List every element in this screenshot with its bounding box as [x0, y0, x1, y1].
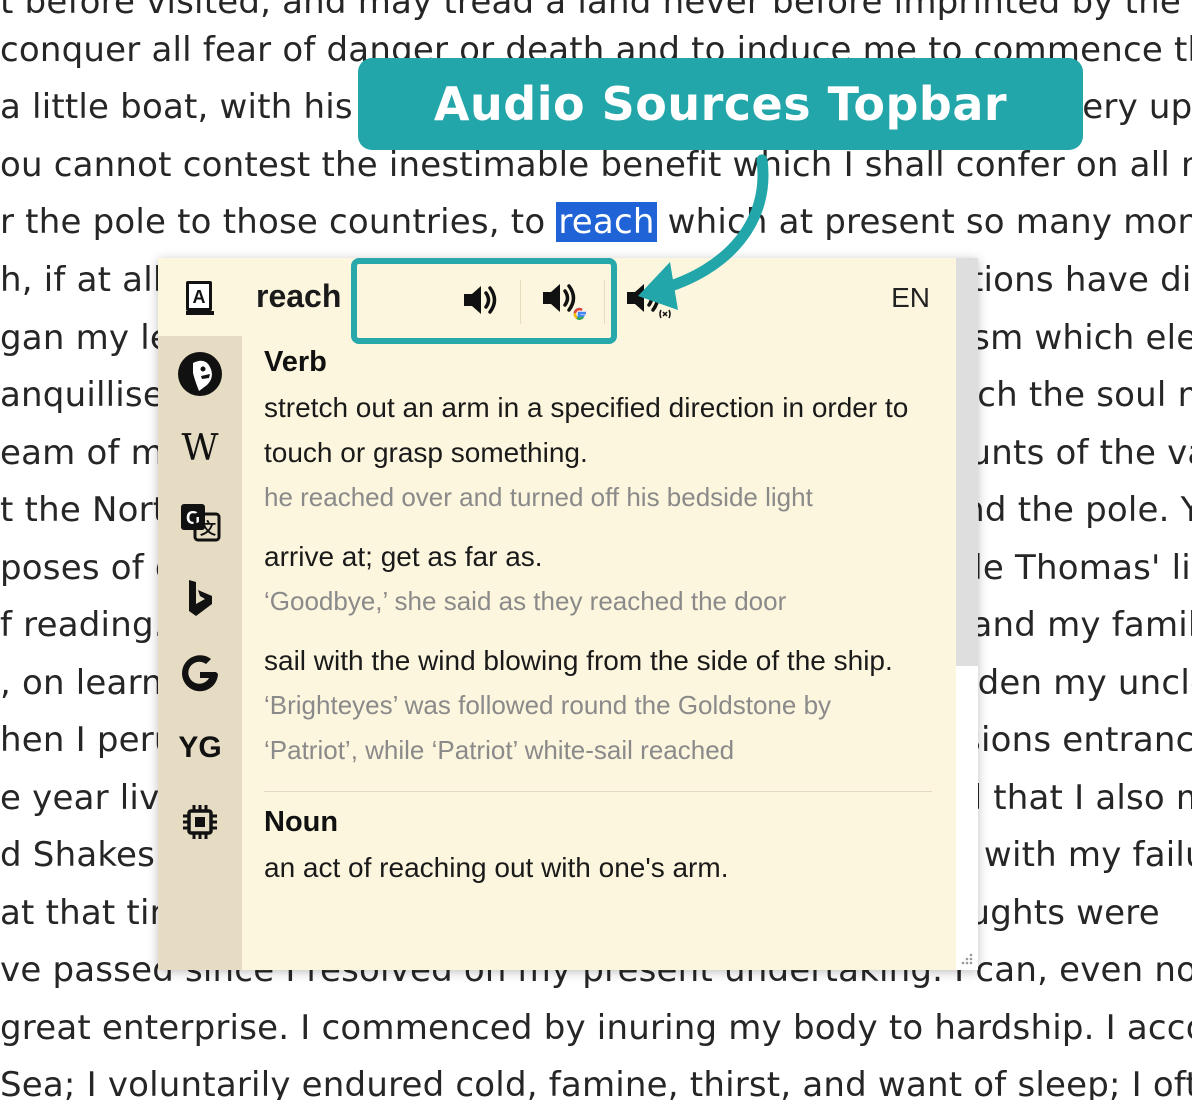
wikipedia-icon[interactable]: W — [172, 420, 228, 476]
definition-text: stretch out an arm in a specified direct… — [264, 392, 909, 468]
annotation-title: Audio Sources Topbar — [358, 58, 1083, 150]
youglish-glyph: YG — [178, 731, 222, 764]
lookup-word: reach — [256, 278, 342, 314]
svg-text:A: A — [193, 287, 206, 307]
article-line: Sea; I voluntarily endured cold, famine,… — [0, 1065, 1192, 1100]
google-translate-icon[interactable]: G 文 — [172, 494, 228, 550]
bing-icon[interactable] — [172, 570, 228, 626]
popup-scrollbar[interactable] — [956, 258, 978, 970]
definition-item: an act of reaching out with one's arm. — [264, 845, 932, 890]
audio-sources-highlight-box — [351, 258, 617, 344]
definition-item: arrive at; get as far as. ‘Goodbye,’ she… — [264, 534, 932, 624]
article-line: t before visited, and may tread a land n… — [0, 0, 1192, 22]
example-text: ‘Goodbye,’ she said as they reached the … — [264, 586, 787, 616]
svg-text:G: G — [186, 508, 200, 528]
definition-text: arrive at; get as far as. — [264, 541, 543, 572]
definition-item: sail with the wind blowing from the side… — [264, 638, 932, 773]
dictionary-popup: A W G 文 YG reach EN Verb stretch out an … — [158, 258, 978, 970]
article-line: ou cannot contest the inestimable benefi… — [0, 145, 1192, 185]
article-line-start: r the pole to those countries, to — [0, 202, 557, 242]
section-divider — [264, 791, 932, 792]
dictionary-icon[interactable]: A — [172, 270, 228, 326]
example-text: ‘Brighteyes’ was followed round the Gold… — [264, 690, 832, 765]
article-line: r the pole to those countries, to reach … — [0, 202, 1192, 242]
definitions-content: Verb stretch out an arm in a specified d… — [264, 338, 932, 904]
definition-text: an act of reaching out with one's arm. — [264, 852, 729, 883]
svg-text:文: 文 — [200, 519, 217, 538]
definition-item: stretch out an arm in a specified direct… — [264, 385, 932, 520]
example-text: he reached over and turned off his bedsi… — [264, 482, 813, 512]
google-icon[interactable] — [172, 646, 228, 702]
article-line: great enterprise. I commenced by inuring… — [0, 1008, 1192, 1048]
noun-section: Noun an act of reaching out with one's a… — [264, 806, 932, 890]
youglish-icon[interactable]: YG — [172, 720, 228, 776]
scroll-thumb[interactable] — [956, 258, 978, 666]
language-label[interactable]: EN — [891, 282, 930, 314]
duckduckgo-icon[interactable] — [172, 346, 228, 402]
part-of-speech: Verb — [264, 346, 327, 378]
resize-handle-icon[interactable] — [960, 952, 974, 966]
wikipedia-glyph: W — [181, 427, 219, 469]
source-sidebar: A W G 文 YG — [158, 258, 242, 970]
chip-icon[interactable] — [172, 794, 228, 850]
verb-section: Verb stretch out an arm in a specified d… — [264, 346, 932, 773]
annotation-arrow-icon — [638, 154, 769, 310]
definition-text: sail with the wind blowing from the side… — [264, 645, 893, 676]
part-of-speech: Noun — [264, 806, 339, 838]
